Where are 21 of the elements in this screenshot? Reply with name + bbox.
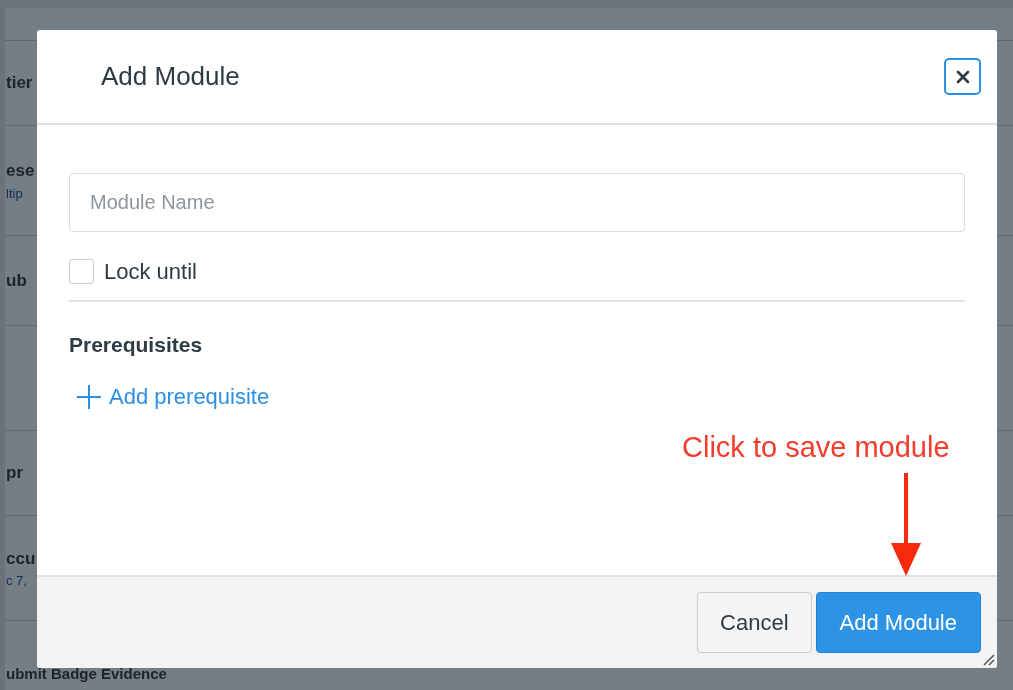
dialog-title: Add Module — [101, 60, 240, 93]
resize-grip-icon — [981, 652, 995, 666]
prerequisites-heading: Prerequisites — [69, 332, 204, 358]
list-item-title: ubmit Badge Evidence — [6, 666, 167, 682]
add-module-button[interactable]: Add Module — [815, 592, 981, 653]
list-item-title: ub — [6, 269, 27, 292]
close-button[interactable] — [944, 58, 981, 95]
lock-until-label: Lock until — [104, 257, 197, 286]
add-prerequisite-link[interactable]: Add prerequisite — [75, 380, 270, 413]
list-item-subtitle: c 7, — [6, 572, 27, 590]
plus-icon — [75, 382, 103, 411]
list-item-title: pr — [6, 462, 23, 485]
list-item-title: ese — [6, 160, 35, 182]
close-icon — [955, 69, 970, 84]
module-name-field[interactable]: Module Name — [69, 173, 965, 232]
list-item-title: ccu — [6, 547, 36, 570]
lock-until-checkbox[interactable] — [69, 258, 94, 284]
cancel-button[interactable]: Cancel — [697, 592, 812, 653]
annotation-text: Click to save module — [682, 430, 950, 465]
list-item-subtitle: ltip — [6, 184, 23, 203]
list-item-title: tier — [6, 72, 33, 95]
